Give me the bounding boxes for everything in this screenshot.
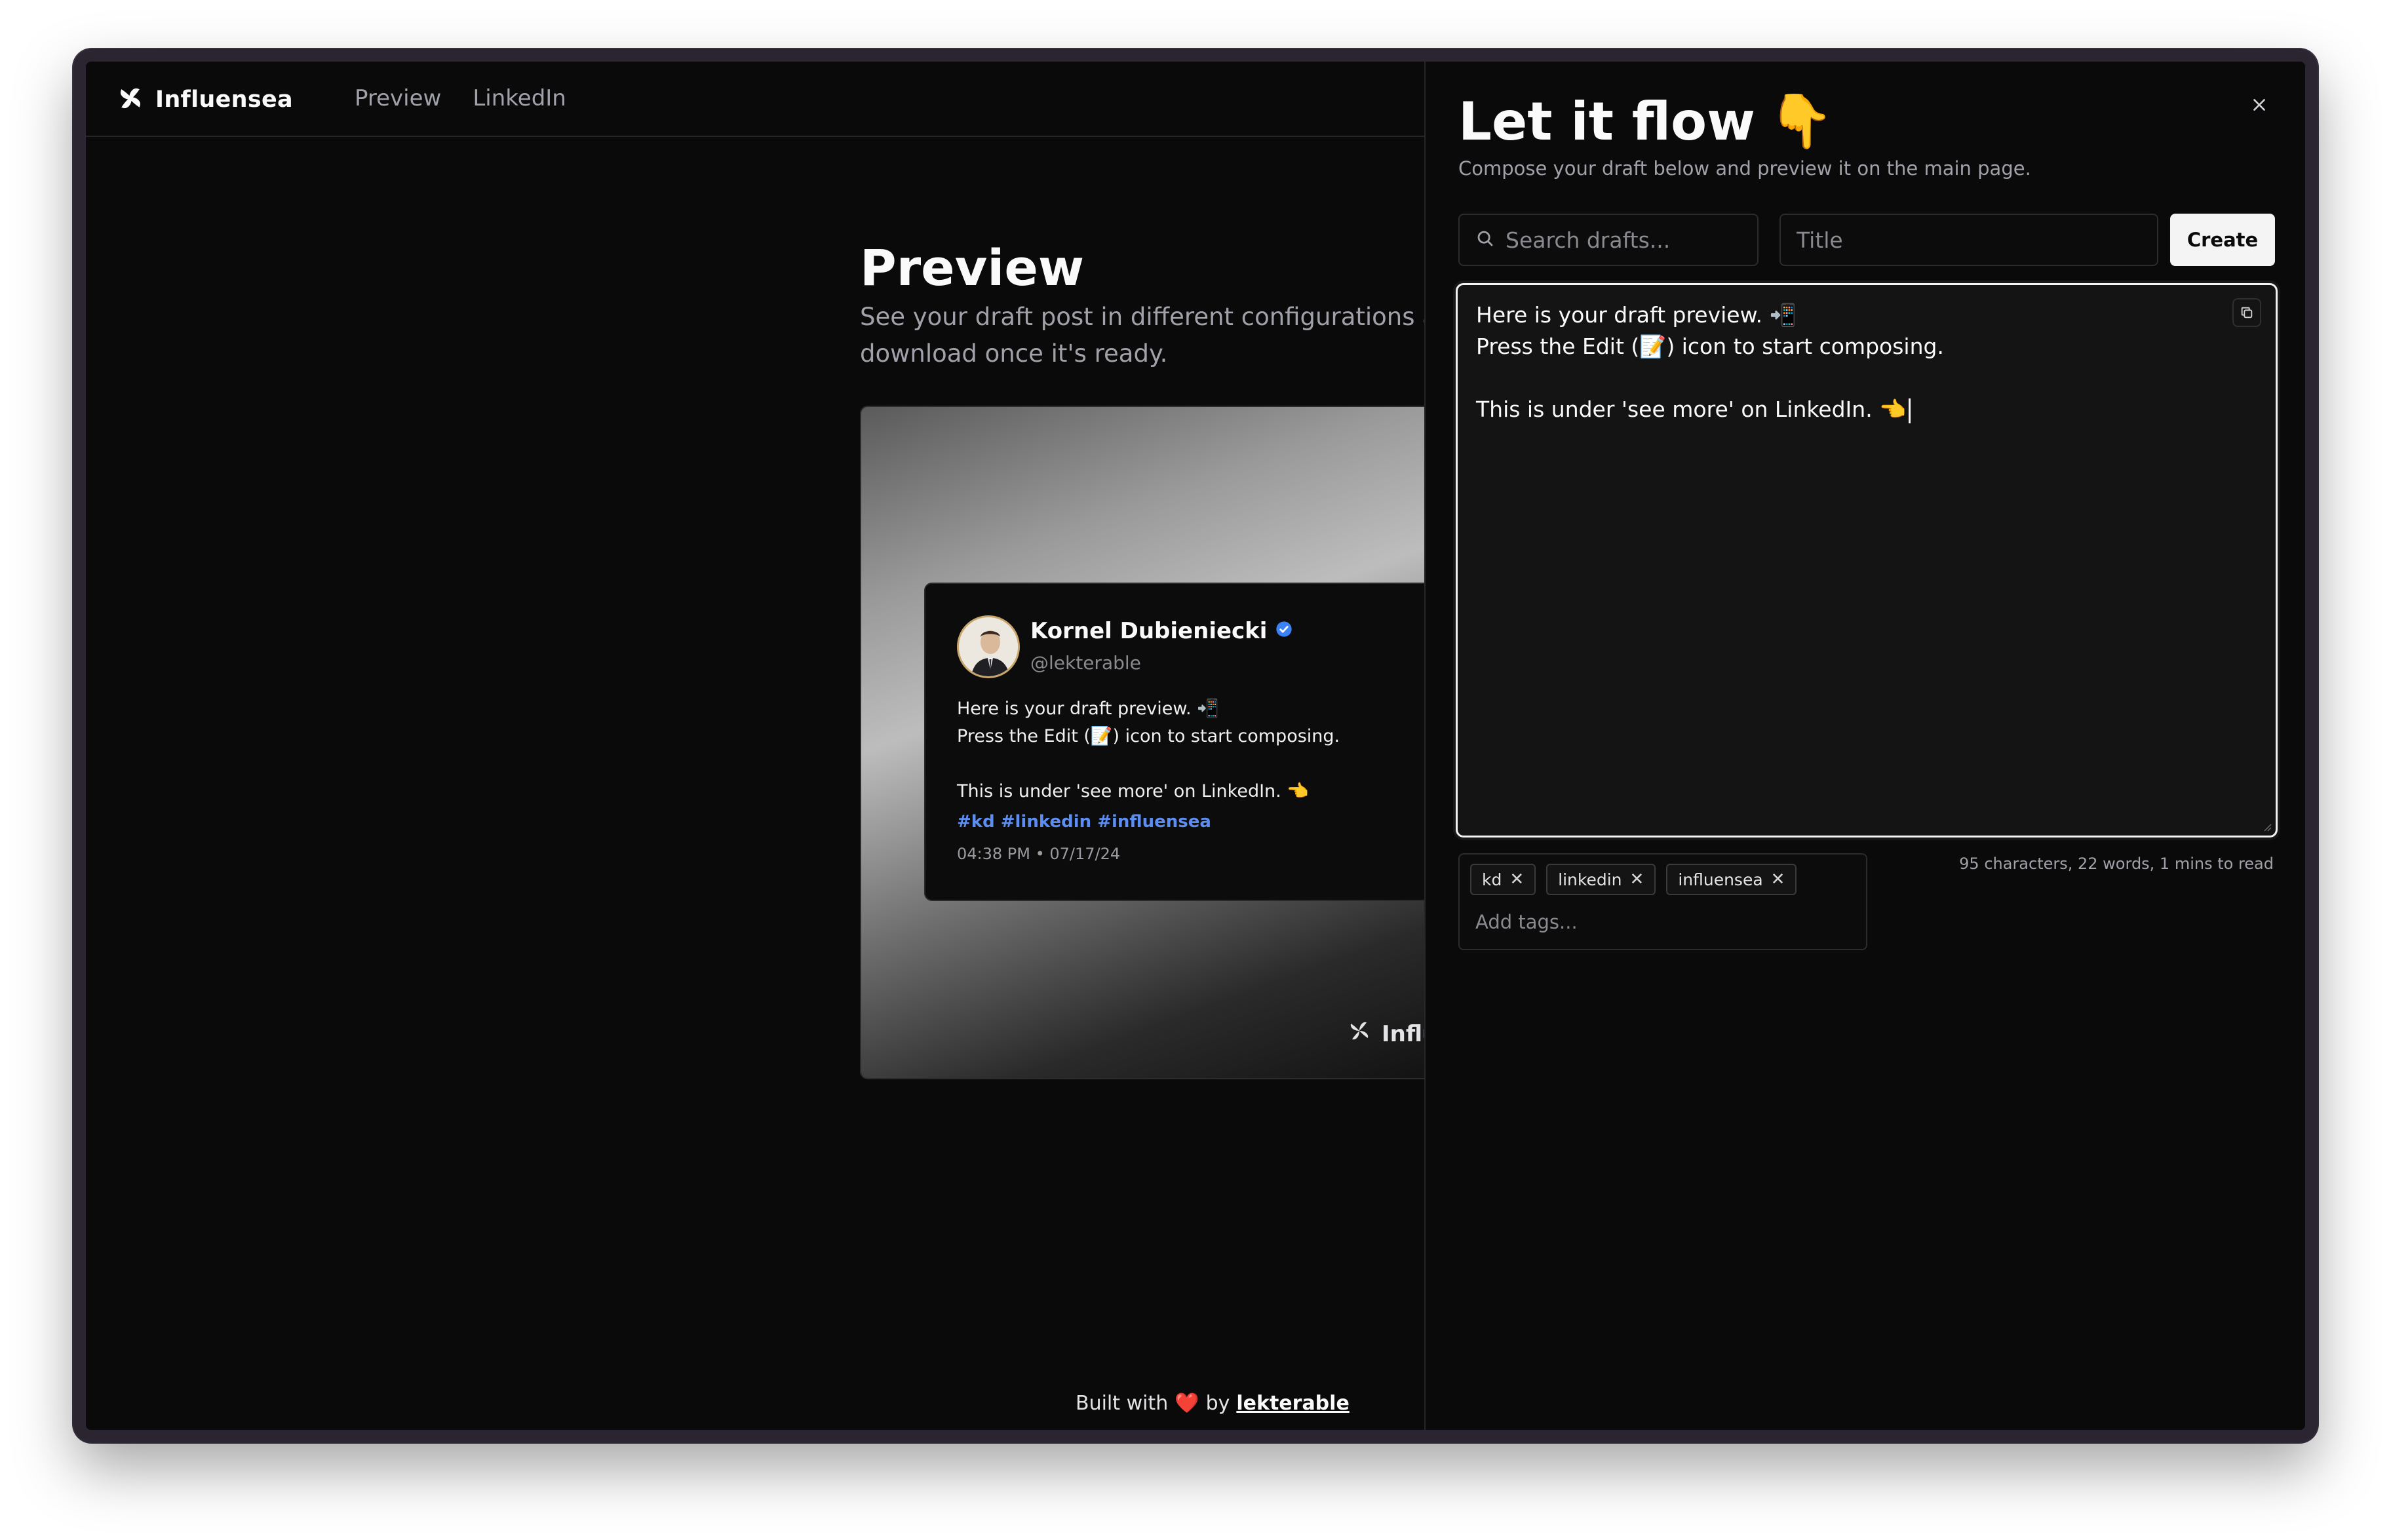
footer-by: by (1205, 1392, 1230, 1415)
search-icon (1475, 229, 1495, 251)
drawer-subtitle: Compose your draft below and preview it … (1458, 157, 2031, 180)
drawer-title: Let it flow 👇 (1458, 90, 1834, 152)
remove-tag-icon[interactable]: ✕ (1771, 870, 1785, 889)
resize-handle-icon[interactable] (2263, 822, 2272, 832)
draft-stats: 95 characters, 22 words, 1 mins to read (1959, 855, 2274, 873)
remove-tag-icon[interactable]: ✕ (1630, 870, 1644, 889)
heart-icon: ❤️ (1175, 1392, 1199, 1415)
title-field (1779, 214, 2158, 266)
title-input[interactable] (1797, 227, 2157, 253)
tag-label: influensea (1678, 870, 1763, 889)
tag-label: kd (1482, 870, 1502, 889)
app-window: Influensea Preview LinkedIn Preview See … (73, 49, 2318, 1442)
draft-editor[interactable]: Here is your draft preview. 📲 Press the … (1456, 283, 2278, 837)
avatar (957, 615, 1020, 678)
footer-author-link[interactable]: lekterable (1236, 1392, 1349, 1415)
pinwheel-logo-icon (116, 84, 145, 115)
search-drafts-input[interactable] (1506, 227, 1757, 253)
tag-chip: influensea ✕ (1666, 864, 1797, 895)
text-caret (1909, 398, 1911, 423)
pinwheel-logo-icon (1345, 1016, 1374, 1051)
search-drafts-field (1458, 214, 1759, 266)
verified-badge-icon (1275, 618, 1293, 644)
tag-list: kd ✕ linkedin ✕ influensea ✕ (1470, 864, 1797, 895)
draft-editor-text[interactable]: Here is your draft preview. 📲 Press the … (1476, 299, 2223, 425)
brand-logo-link[interactable]: Influensea (116, 84, 293, 115)
post-timestamp: 04:38 PM • 07/17/24 (957, 845, 1121, 863)
create-button[interactable]: Create (2170, 214, 2275, 266)
post-author: Kornel Dubieniecki (1030, 618, 1293, 644)
author-handle: @lekterable (1030, 652, 1141, 674)
top-navigation-bar: Influensea Preview LinkedIn (86, 62, 1424, 137)
nav-link-linkedin[interactable]: LinkedIn (473, 85, 566, 111)
tags-field: kd ✕ linkedin ✕ influensea ✕ (1458, 853, 1867, 950)
draft-text: Here is your draft preview. 📲 Press the … (1476, 302, 1944, 422)
tag-chip: linkedin ✕ (1546, 864, 1656, 895)
page-title: Preview (860, 239, 1085, 297)
close-drawer-button[interactable] (2245, 90, 2274, 119)
app-root: Influensea Preview LinkedIn Preview See … (86, 62, 2305, 1430)
copy-icon (2241, 307, 2253, 318)
add-tags-input[interactable] (1475, 911, 1842, 933)
author-name: Kornel Dubieniecki (1030, 618, 1268, 644)
tag-label: linkedin (1558, 870, 1622, 889)
compose-drawer: Let it flow 👇 Compose your draft below a… (1424, 62, 2305, 1430)
main-nav: Preview LinkedIn (355, 85, 566, 111)
nav-link-preview[interactable]: Preview (355, 85, 441, 111)
tag-chip: kd ✕ (1470, 864, 1536, 895)
close-icon (2253, 99, 2265, 111)
copy-button[interactable] (2232, 298, 2261, 327)
preview-canvas: Kornel Dubieniecki @lekterable in Here i… (860, 406, 1515, 1079)
remove-tag-icon[interactable]: ✕ (1509, 870, 1524, 889)
page-subtitle: See your draft post in different configu… (860, 303, 1437, 368)
pointing-down-emoji-icon: 👇 (1768, 90, 1834, 151)
footer-prefix: Built with (1076, 1392, 1169, 1415)
footer: Built with ❤️ by lekterable (1076, 1392, 1350, 1415)
brand-name: Influensea (155, 87, 293, 113)
drawer-title-text: Let it flow (1458, 90, 1756, 152)
post-hashtags: #kd #linkedin #influensea (957, 812, 1211, 832)
